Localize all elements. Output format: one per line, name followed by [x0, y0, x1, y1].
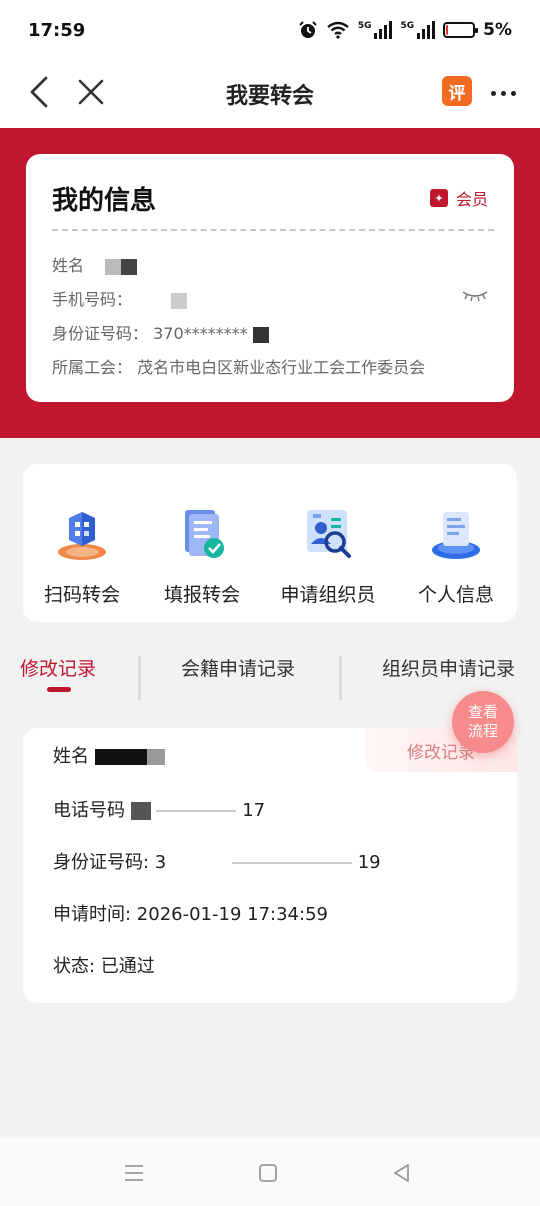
- record-idcard-tail: 19: [357, 852, 381, 873]
- close-icon[interactable]: [74, 74, 108, 110]
- record-phone-label: 电话号码: [53, 800, 125, 821]
- record-name-label: 姓名: [53, 746, 89, 767]
- rate-icon[interactable]: 评: [442, 76, 472, 106]
- info-value-idcard: 370********: [153, 324, 248, 343]
- tab-active-indicator: [47, 687, 71, 692]
- system-nav-bar: [0, 1138, 540, 1206]
- record-name-row: 姓名: [53, 742, 165, 768]
- record-time-row: 申请时间: 2026-01-19 17:34:59: [53, 900, 328, 926]
- signal-icon-2: 5G: [400, 21, 436, 39]
- masked-value: [171, 292, 188, 309]
- fab-line-2: 流程: [467, 722, 498, 740]
- record-card[interactable]: 修改记录 姓名 电话号码 17 身份证号码: 3 19 申请时间: 2026-0…: [23, 728, 517, 1003]
- scan-transfer-icon: [58, 512, 106, 560]
- more-icon[interactable]: [486, 78, 520, 108]
- status-time: 17:59: [28, 19, 86, 41]
- masked-value: [130, 802, 151, 820]
- info-row-idcard: 身份证号码： 370********: [52, 320, 269, 344]
- info-row-union: 所属工会： 茂名市电白区新业态行业工会工作委员会: [52, 354, 425, 378]
- action-label: 扫码转会: [43, 584, 120, 606]
- action-label: 个人信息: [417, 584, 494, 606]
- apply-organizer-icon: [307, 510, 351, 558]
- tab-membership-record[interactable]: 会籍申请记录: [181, 654, 295, 681]
- status-bar: 17:59 5G 5G 5%: [0, 0, 540, 60]
- signal-icon: 5G: [358, 21, 393, 39]
- tab-separator: [339, 656, 342, 700]
- member-label: 会员: [455, 190, 488, 209]
- record-idcard-value: 3: [154, 852, 167, 873]
- status-icons: 5G 5G 5%: [298, 20, 512, 40]
- tab-organizer-record[interactable]: 组织员申请记录: [382, 654, 515, 681]
- record-idcard-row: 身份证号码: 3 19: [53, 848, 381, 874]
- info-row-phone: 手机号码：: [52, 286, 188, 310]
- action-label: 填报转会: [163, 584, 240, 606]
- eye-closed-icon[interactable]: [462, 290, 488, 302]
- record-idcard-label: 身份证号码:: [53, 852, 155, 873]
- record-time-label: 申请时间:: [53, 904, 137, 925]
- member-icon: ✦: [429, 189, 448, 207]
- action-card: 扫码转会 填报转会 申请组织员 个人信息: [23, 464, 517, 622]
- member-badge: ✦ 会员: [429, 186, 488, 210]
- nav-bar: 我要转会 评: [0, 60, 540, 128]
- wifi-icon: [327, 21, 349, 39]
- record-phone-row: 电话号码 17: [53, 796, 265, 822]
- my-info-title: 我的信息: [52, 186, 157, 216]
- tab-modify-record[interactable]: 修改记录: [20, 654, 96, 681]
- record-status-value: 已通过: [100, 956, 155, 977]
- action-label: 申请组织员: [280, 584, 376, 606]
- personal-info-button[interactable]: 个人信息: [401, 504, 511, 607]
- fab-line-1: 查看: [467, 703, 498, 721]
- battery-percent: 5%: [483, 20, 512, 40]
- info-label-name: 姓名: [52, 256, 85, 275]
- my-info-card: 我的信息 ✦ 会员 姓名 手机号码： 身份证号码： 370******** 所属…: [26, 154, 514, 402]
- info-row-name: 姓名: [52, 252, 138, 276]
- tab-separator: [138, 656, 141, 700]
- home-icon[interactable]: [255, 1160, 281, 1186]
- personal-info-icon: [432, 512, 480, 559]
- battery-icon: [443, 22, 479, 38]
- form-transfer-button[interactable]: 填报转会: [147, 504, 257, 607]
- masked-value: [105, 258, 122, 275]
- record-status-row: 状态: 已通过: [53, 952, 155, 978]
- back-nav-icon[interactable]: [389, 1160, 415, 1186]
- form-transfer-icon: [185, 510, 224, 558]
- record-status-label: 状态:: [53, 956, 101, 977]
- record-tabs: 修改记录 会籍申请记录 组织员申请记录: [0, 642, 540, 700]
- info-value-union: 茂名市电白区新业态行业工会工作委员会: [137, 358, 426, 377]
- scan-transfer-button[interactable]: 扫码转会: [27, 504, 137, 607]
- divider: [52, 229, 494, 231]
- alarm-icon: [299, 21, 317, 38]
- view-process-button[interactable]: 查看 流程: [452, 691, 514, 753]
- back-icon[interactable]: [24, 72, 60, 112]
- record-phone-value: 17: [242, 800, 266, 821]
- masked-value: [94, 749, 147, 765]
- info-label-union: 所属工会：: [52, 358, 133, 377]
- menu-icon[interactable]: [121, 1160, 147, 1186]
- info-label-idcard: 身份证号码：: [52, 324, 149, 343]
- info-label-phone: 手机号码：: [52, 290, 133, 309]
- apply-organizer-button[interactable]: 申请组织员: [273, 504, 383, 607]
- record-time-value: 2026-01-19 17:34:59: [136, 904, 328, 925]
